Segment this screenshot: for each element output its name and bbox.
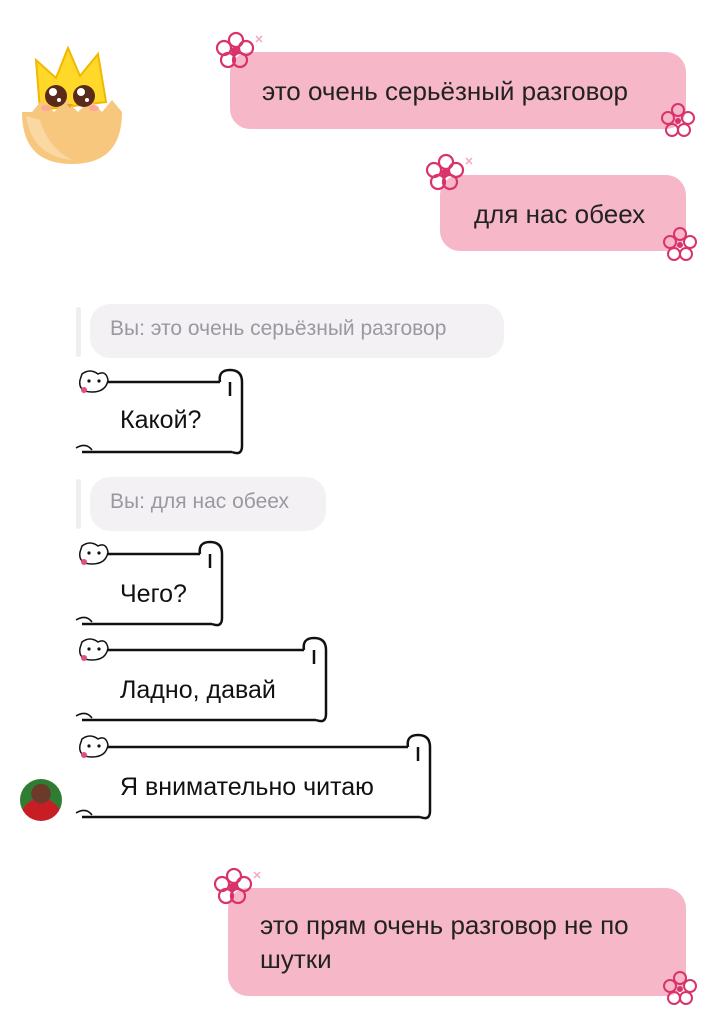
reply-quote-bar [76, 307, 81, 357]
message-text: это очень серьёзный разговор [262, 76, 629, 106]
flower-icon [661, 103, 695, 137]
flower-icon [663, 227, 697, 261]
message-text: для нас обеех [474, 199, 646, 229]
quote-text: Вы: это очень серьёзный разговор [110, 317, 447, 340]
message-text: Чего? [120, 580, 187, 608]
message-text: это прям очень разговор не по шутки [260, 910, 629, 974]
flower-icon [426, 153, 473, 191]
message-text: Какой? [120, 406, 202, 434]
flower-icon [663, 971, 697, 1005]
message-text: Ладно, давай [120, 676, 276, 704]
outgoing-message[interactable]: это прям очень разговор не по шутки [228, 888, 686, 996]
reply-quote-bar [76, 479, 81, 529]
outgoing-message[interactable]: это очень серьёзный разговор [230, 52, 686, 129]
flower-icon [216, 31, 263, 69]
incoming-message[interactable]: Какой? [72, 366, 248, 458]
flower-icon [214, 867, 261, 905]
avatar[interactable] [20, 779, 62, 821]
incoming-message[interactable]: Ладно, давай [72, 634, 332, 726]
reply-quote[interactable]: Вы: для нас обеех [90, 477, 326, 531]
incoming-message[interactable]: Я внимательно читаю [72, 731, 436, 823]
reply-quote[interactable]: Вы: это очень серьёзный разговор [90, 304, 504, 358]
incoming-message[interactable]: Чего? [72, 538, 228, 630]
quote-text: Вы: для нас обеех [110, 490, 289, 513]
message-text: Я внимательно читаю [120, 773, 374, 801]
chick-egg-sticker [22, 45, 122, 164]
